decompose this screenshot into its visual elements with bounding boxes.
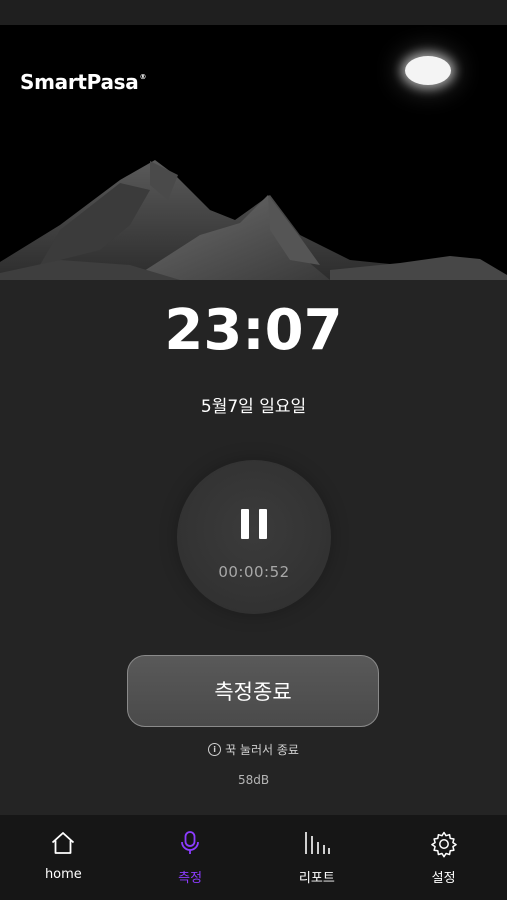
nav-item-home[interactable]: home	[0, 815, 127, 900]
nav-label-home: home	[44, 867, 82, 882]
status-bar	[0, 0, 507, 25]
nav-label-settings: 설정	[431, 871, 456, 886]
info-icon: i	[208, 743, 222, 756]
gear-icon	[430, 831, 457, 858]
moon-icon	[405, 56, 451, 85]
nav-item-report[interactable]: 리포트	[254, 815, 381, 900]
stop-measurement-button[interactable]: 측정종료	[127, 655, 379, 727]
decibel-level: 58dB	[237, 773, 270, 787]
nav-label-measure: 측정	[178, 871, 203, 886]
hint-text: 꾹 눌러서 종료	[225, 743, 299, 757]
home-icon	[52, 832, 75, 854]
long-press-hint: i 꾹 눌러서 종료	[0, 741, 507, 758]
pause-icon[interactable]	[241, 509, 267, 539]
nav-item-measure[interactable]: 측정	[127, 815, 254, 900]
recording-timer[interactable]: 00:00:52	[177, 460, 331, 614]
app-logo: SmartPasa®	[20, 70, 147, 94]
nav-label-report: 리포트	[298, 871, 335, 886]
elapsed-time: 00:00:52	[218, 563, 290, 581]
bottom-navigation: home 측정 리포트 설정	[0, 815, 507, 900]
current-date: 5월7일 일요일	[200, 397, 307, 417]
report-bars-icon	[305, 832, 330, 854]
current-time: 23:07	[164, 298, 343, 363]
nav-item-settings[interactable]: 설정	[380, 815, 507, 900]
hero-night-banner: SmartPasa®	[0, 25, 507, 280]
microphone-icon	[181, 831, 200, 854]
